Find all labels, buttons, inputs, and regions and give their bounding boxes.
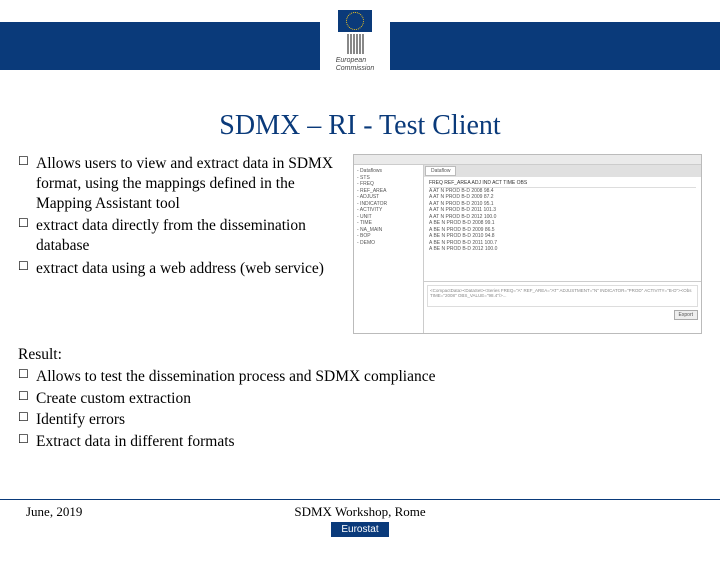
main-bullets: Allows users to view and extract data in… bbox=[18, 154, 343, 334]
app-screenshot: - Dataflows - STS - FREQ - REF_AREA - AD… bbox=[353, 154, 702, 334]
screenshot-tab: Dataflow bbox=[425, 166, 456, 176]
result-item: Identify errors bbox=[18, 409, 702, 431]
screenshot-tabs: Dataflow bbox=[424, 165, 701, 177]
eu-flag-icon bbox=[338, 10, 372, 32]
screenshot-toolbar bbox=[354, 155, 701, 165]
result-heading: Result: bbox=[18, 346, 702, 364]
footer-date: June, 2019 bbox=[26, 504, 82, 520]
logo-text: EuropeanCommission bbox=[336, 57, 375, 72]
bullet-item: Allows users to view and extract data in… bbox=[18, 154, 343, 213]
footer-event: SDMX Workshop, Rome bbox=[294, 504, 425, 520]
screenshot-export-button: Export bbox=[674, 310, 698, 320]
bullet-item: extract data directly from the dissemina… bbox=[18, 216, 343, 256]
footer: June, 2019 SDMX Workshop, Rome Eurostat bbox=[0, 500, 720, 540]
pillars-icon bbox=[347, 34, 364, 54]
result-item: Extract data in different formats bbox=[18, 431, 702, 453]
eurostat-tag: Eurostat bbox=[331, 522, 388, 537]
bullet-item: extract data using a web address (web se… bbox=[18, 259, 343, 279]
ec-logo: EuropeanCommission bbox=[320, 4, 390, 84]
result-section: Result: Allows to test the dissemination… bbox=[0, 334, 720, 453]
screenshot-output: <CompactData><DataSet><Series FREQ="A" R… bbox=[424, 281, 701, 333]
screenshot-table: FREQ REF_AREA ADJ IND ACT TIME OBS A AT … bbox=[424, 177, 701, 281]
result-item: Allows to test the dissemination process… bbox=[18, 366, 702, 388]
screenshot-tree: - Dataflows - STS - FREQ - REF_AREA - AD… bbox=[354, 165, 424, 333]
header-bar: EuropeanCommission bbox=[0, 22, 720, 70]
result-item: Create custom extraction bbox=[18, 388, 702, 410]
page-title: SDMX – RI - Test Client bbox=[0, 110, 720, 142]
